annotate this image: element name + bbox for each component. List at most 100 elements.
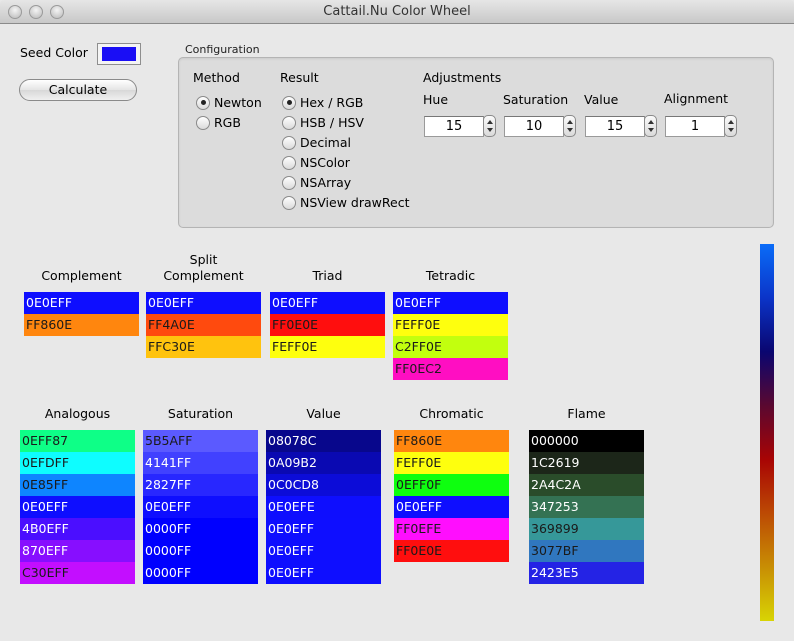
color-swatch[interactable]: 08078C [266, 430, 381, 452]
color-swatch[interactable]: 0EFDFF [20, 452, 135, 474]
color-swatch[interactable]: 0000FF [143, 518, 258, 540]
color-swatch[interactable]: 5B5AFF [143, 430, 258, 452]
result-radio-hex-rgb[interactable]: Hex / RGB [282, 95, 363, 110]
method-label: Method [193, 70, 240, 85]
color-swatch[interactable]: 4141FF [143, 452, 258, 474]
analogous-title: Analogous [44, 406, 111, 421]
saturation-stepper[interactable] [563, 115, 576, 137]
radio-unselected-icon [282, 155, 296, 170]
color-swatch[interactable]: 0E0EFF [266, 540, 381, 562]
color-swatch[interactable]: FEFF0E [270, 336, 385, 358]
color-swatch[interactable]: 0E0EFF [20, 496, 135, 518]
color-swatch[interactable]: C30EFF [20, 562, 135, 584]
radio-unselected-icon [282, 115, 296, 130]
result-radio-hsb-hsv[interactable]: HSB / HSV [282, 115, 364, 130]
color-swatch[interactable]: 0E0EFE [266, 496, 381, 518]
chromatic-palette: FF860E FEFF0E 0EFF0F 0E0EFF FF0EFE FF0E0E [394, 430, 509, 562]
alignment-input[interactable]: 1 [665, 116, 725, 137]
color-swatch[interactable]: 000000 [529, 430, 644, 452]
complement-palette: 0E0EFF FF860E [24, 292, 139, 336]
calculate-button[interactable]: Calculate [19, 79, 137, 101]
triad-palette: 0E0EFF FF0E0E FEFF0E [270, 292, 385, 358]
tetradic-palette: 0E0EFF FEFF0E C2FF0E FF0EC2 [393, 292, 508, 380]
title-bar: Cattail.Nu Color Wheel [0, 0, 794, 24]
stepper-down-icon [487, 128, 493, 132]
radio-selected-icon [196, 95, 210, 110]
color-swatch[interactable]: FF860E [394, 430, 509, 452]
stepper-down-icon [648, 128, 654, 132]
color-swatch[interactable]: 0E0EFF [270, 292, 385, 314]
color-swatch[interactable]: 0A09B2 [266, 452, 381, 474]
color-swatch[interactable]: 3077BF [529, 540, 644, 562]
result-radio-nscolor[interactable]: NSColor [282, 155, 350, 170]
value-input[interactable]: 15 [585, 116, 645, 137]
saturation-input[interactable]: 10 [504, 116, 564, 137]
color-swatch[interactable]: 0EFF87 [20, 430, 135, 452]
color-swatch[interactable]: 0E0EFF [393, 292, 508, 314]
radio-unselected-icon [282, 195, 296, 210]
stepper-up-icon [728, 120, 734, 124]
result-label: Result [280, 70, 319, 85]
color-swatch[interactable]: FF0EFE [394, 518, 509, 540]
color-swatch[interactable]: FF0E0E [270, 314, 385, 336]
color-swatch[interactable]: 0EFF0F [394, 474, 509, 496]
seed-color-well[interactable] [97, 43, 141, 65]
color-swatch[interactable]: 0E0EFF [146, 292, 261, 314]
app-window: Cattail.Nu Color Wheel Seed Color Calcul… [0, 0, 794, 641]
radio-unselected-icon [196, 115, 210, 130]
color-swatch[interactable]: 0E0EFF [24, 292, 139, 314]
flame-palette: 000000 1C2619 2A4C2A 347253 369899 3077BF 2423… [529, 430, 644, 584]
saturation-palette: 5B5AFF 4141FF 2827FF 0E0EFF 0000FF 0000FF 0000… [143, 430, 258, 584]
color-swatch[interactable]: 369899 [529, 518, 644, 540]
result-radio-decimal[interactable]: Decimal [282, 135, 351, 150]
alignment-stepper[interactable] [724, 115, 737, 137]
stepper-up-icon [487, 120, 493, 124]
hue-stepper[interactable] [483, 115, 496, 137]
stepper-up-icon [567, 120, 573, 124]
value-stepper[interactable] [644, 115, 657, 137]
radio-label: RGB [214, 115, 241, 130]
window-title: Cattail.Nu Color Wheel [323, 4, 471, 19]
color-swatch[interactable]: 0E0EFF [394, 496, 509, 518]
color-swatch[interactable]: 0E85FF [20, 474, 135, 496]
radio-label: Hex / RGB [300, 95, 364, 110]
color-swatch[interactable]: 0000FF [143, 562, 258, 584]
result-radio-nsview-drawrect[interactable]: NSView drawRect [282, 195, 409, 210]
color-swatch[interactable]: 4B0EFF [20, 518, 135, 540]
color-swatch[interactable]: FEFF0E [394, 452, 509, 474]
color-swatch[interactable]: FF0EC2 [393, 358, 508, 380]
color-swatch[interactable]: 2A4C2A [529, 474, 644, 496]
color-swatch[interactable]: 1C2619 [529, 452, 644, 474]
stepper-down-icon [728, 128, 734, 132]
color-swatch[interactable]: 0000FF [143, 540, 258, 562]
color-swatch[interactable]: 0E0EFF [143, 496, 258, 518]
triad-title: Triad [312, 268, 343, 283]
saturation-label: Saturation [503, 92, 569, 107]
method-radio-rgb[interactable]: RGB [196, 115, 241, 130]
color-swatch[interactable]: 0C0CD8 [266, 474, 381, 496]
color-swatch[interactable]: 0E0EFF [266, 562, 381, 584]
hue-input[interactable]: 15 [424, 116, 484, 137]
color-swatch[interactable]: FEFF0E [393, 314, 508, 336]
hue-label: Hue [423, 92, 449, 107]
chromatic-title: Chromatic [419, 406, 484, 421]
flame-title: Flame [567, 406, 606, 421]
color-swatch[interactable]: FF0E0E [394, 540, 509, 562]
complement-title: Complement [41, 268, 122, 283]
color-swatch[interactable]: FFC30E [146, 336, 261, 358]
color-swatch[interactable]: 2827FF [143, 474, 258, 496]
seed-color-label: Seed Color [20, 45, 88, 60]
method-radio-newton[interactable]: Newton [196, 95, 262, 110]
color-swatch[interactable]: 0E0EFF [266, 518, 381, 540]
stepper-up-icon [648, 120, 654, 124]
color-swatch[interactable]: FF860E [24, 314, 139, 336]
result-radio-nsarray[interactable]: NSArray [282, 175, 351, 190]
color-swatch[interactable]: 2423E5 [529, 562, 644, 584]
radio-unselected-icon [282, 175, 296, 190]
adjustments-label: Adjustments [423, 70, 502, 85]
saturation-title: Saturation [167, 406, 234, 421]
color-swatch[interactable]: 870EFF [20, 540, 135, 562]
color-swatch[interactable]: C2FF0E [393, 336, 508, 358]
color-swatch[interactable]: 347253 [529, 496, 644, 518]
color-swatch[interactable]: FF4A0E [146, 314, 261, 336]
